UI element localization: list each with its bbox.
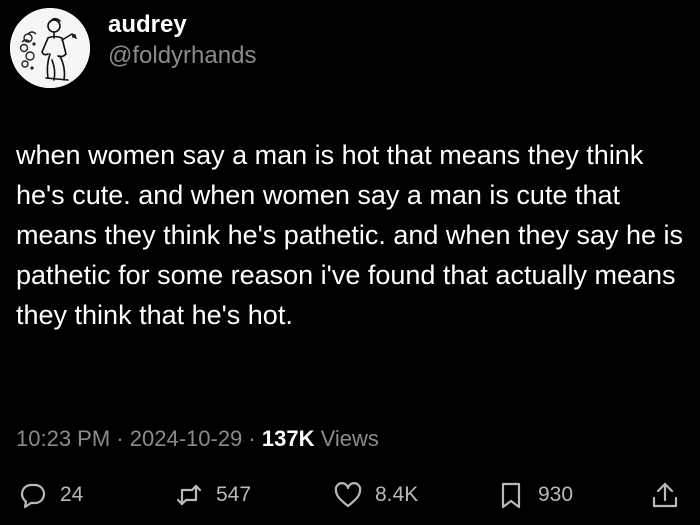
classical-figure-icon xyxy=(10,8,90,88)
tweet-header: audrey @foldyrhands xyxy=(10,8,256,88)
tweet-text: when women say a man is hot that means t… xyxy=(16,140,684,330)
reply-icon xyxy=(18,480,48,510)
user-handle[interactable]: @foldyrhands xyxy=(108,40,256,72)
tweet-time[interactable]: 10:23 PM xyxy=(16,426,110,451)
reply-count: 24 xyxy=(60,483,84,506)
bookmark-count: 930 xyxy=(538,483,574,506)
author-names: audrey @foldyrhands xyxy=(108,10,256,72)
avatar[interactable] xyxy=(10,8,90,88)
bookmark-icon xyxy=(496,480,526,510)
tweet-metadata: 10:23 PM · 2024-10-29 · 137K Views xyxy=(16,425,379,453)
retweet-icon xyxy=(174,480,204,510)
tweet-date[interactable]: 2024-10-29 xyxy=(130,426,243,451)
like-count: 8.4K xyxy=(375,483,419,506)
views-label: Views xyxy=(320,426,379,451)
heart-icon xyxy=(333,480,363,510)
meta-separator: · xyxy=(248,426,256,451)
share-button[interactable] xyxy=(650,480,692,510)
retweet-button[interactable]: 547 xyxy=(174,480,251,510)
views-count: 137K xyxy=(261,426,315,451)
bookmark-button[interactable]: 930 xyxy=(496,480,573,510)
like-button[interactable]: 8.4K xyxy=(333,480,418,510)
retweet-count: 547 xyxy=(216,483,252,506)
meta-separator: · xyxy=(116,426,124,451)
share-icon xyxy=(650,480,680,510)
action-bar: 24 547 8.4K 930 xyxy=(0,470,700,522)
display-name[interactable]: audrey xyxy=(108,10,256,40)
reply-button[interactable]: 24 xyxy=(18,480,83,510)
